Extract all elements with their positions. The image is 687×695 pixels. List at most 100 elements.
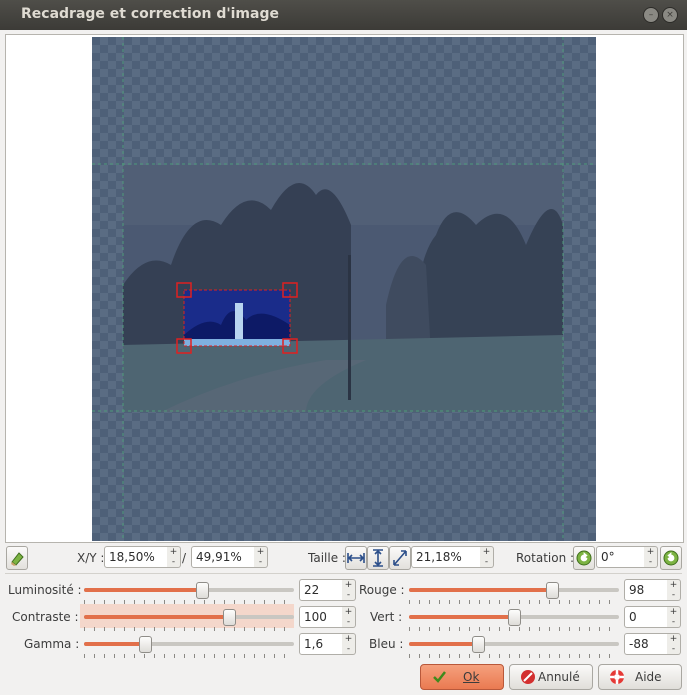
x-spinner[interactable]: 18,50% + - (104, 546, 181, 568)
slider-knob[interactable] (222, 609, 236, 626)
spin-down[interactable]: - (672, 644, 675, 654)
spin-down[interactable]: - (347, 590, 350, 600)
slider-knob[interactable] (472, 636, 486, 653)
spin-down[interactable]: - (672, 617, 675, 627)
slider-knob[interactable] (138, 636, 152, 653)
gamma-label: Gamma : (24, 637, 80, 651)
y-input[interactable]: 49,91% (191, 546, 255, 568)
slider-knob[interactable] (508, 609, 521, 626)
brightness-spinner[interactable]: 22 + - (299, 579, 356, 601)
spin-down[interactable]: - (672, 590, 675, 600)
brightness-slider[interactable] (84, 580, 294, 606)
spin-up[interactable]: + (170, 547, 178, 557)
fit-width-button[interactable] (345, 546, 367, 570)
red-arrows[interactable]: + - (667, 579, 681, 601)
spin-down[interactable]: - (259, 557, 262, 567)
spin-down[interactable]: - (485, 557, 488, 567)
spin-up[interactable]: + (345, 634, 353, 644)
red-spinner[interactable]: 98 + - (624, 579, 681, 601)
slider-fill (84, 615, 229, 619)
spin-down[interactable]: - (347, 644, 350, 654)
green-value[interactable]: 0 (629, 610, 637, 624)
spin-up[interactable]: + (670, 580, 678, 590)
blue-slider[interactable] (409, 634, 619, 660)
crop-ground (184, 339, 290, 346)
green-spinner[interactable]: 0 + - (624, 606, 681, 628)
separator (5, 573, 682, 574)
minimize-icon[interactable]: – (643, 7, 659, 23)
red-value[interactable]: 98 (629, 583, 644, 597)
spin-up[interactable]: + (345, 580, 353, 590)
blue-arrows[interactable]: + - (667, 633, 681, 655)
gamma-arrows[interactable]: + - (342, 633, 356, 655)
green-input[interactable]: 0 (624, 606, 668, 628)
y-spinner-arrows[interactable]: + - (254, 546, 268, 568)
image-canvas[interactable] (5, 34, 684, 543)
rotation-spinner[interactable]: 0° + - (596, 546, 658, 568)
spin-up[interactable]: + (670, 607, 678, 617)
slider-ticks (84, 654, 294, 658)
spin-down[interactable]: - (347, 617, 350, 627)
contrast-value[interactable]: 100 (304, 610, 327, 624)
green-slider[interactable] (409, 607, 619, 633)
contrast-slider[interactable] (84, 607, 294, 633)
x-spinner-arrows[interactable]: + - (167, 546, 181, 568)
spin-up[interactable]: + (345, 607, 353, 617)
size-spinner-arrows[interactable]: + - (480, 546, 494, 568)
y-spinner[interactable]: 49,91% + - (191, 546, 268, 568)
blue-value[interactable]: -88 (629, 637, 649, 651)
rotation-value[interactable]: 0° (601, 550, 615, 564)
slider-ticks (84, 600, 294, 604)
slider-knob[interactable] (545, 582, 559, 599)
spin-up[interactable]: + (257, 547, 265, 557)
xy-label: X/Y : (77, 551, 105, 565)
rotate-right-button[interactable] (660, 546, 682, 570)
slider-fill (409, 615, 514, 619)
red-input[interactable]: 98 (624, 579, 668, 601)
photo-dim-overlay (123, 165, 563, 412)
rotation-spinner-arrows[interactable]: + - (644, 546, 658, 568)
green-arrows[interactable]: + - (667, 606, 681, 628)
red-label: Rouge : (359, 583, 405, 597)
spin-up[interactable]: + (670, 634, 678, 644)
fit-height-button[interactable] (367, 546, 389, 570)
brightness-arrows[interactable]: + - (342, 579, 356, 601)
close-icon[interactable]: × (662, 7, 678, 23)
slider-ticks (409, 654, 619, 658)
photo-preview (92, 37, 596, 541)
x-input[interactable]: 18,50% (104, 546, 168, 568)
cancel-button[interactable]: Annulé (509, 664, 593, 690)
help-button[interactable]: Aide (598, 664, 682, 690)
slider-fill (84, 588, 202, 592)
gamma-value[interactable]: 1,6 (304, 637, 323, 651)
gamma-slider[interactable] (84, 634, 294, 660)
brightness-input[interactable]: 22 (299, 579, 343, 601)
y-value[interactable]: 49,91% (196, 550, 242, 564)
slider-knob[interactable] (195, 582, 209, 599)
spin-down[interactable]: - (172, 557, 175, 567)
gamma-spinner[interactable]: 1,6 + - (299, 633, 356, 655)
contrast-input[interactable]: 100 (299, 606, 343, 628)
x-value[interactable]: 18,50% (109, 550, 155, 564)
size-value[interactable]: 21,18% (416, 550, 462, 564)
rotate-left-button[interactable] (573, 546, 595, 570)
contrast-spinner[interactable]: 100 + - (299, 606, 356, 628)
red-slider[interactable] (409, 580, 619, 606)
blue-spinner[interactable]: -88 + - (624, 633, 681, 655)
contrast-arrows[interactable]: + - (342, 606, 356, 628)
size-spinner[interactable]: 21,18% + - (411, 546, 494, 568)
spin-up[interactable]: + (647, 547, 655, 557)
size-input[interactable]: 21,18% (411, 546, 481, 568)
check-icon (433, 671, 446, 683)
gamma-input[interactable]: 1,6 (299, 633, 343, 655)
spin-up[interactable]: + (483, 547, 491, 557)
slider-ticks (409, 600, 619, 604)
rotation-label: Rotation : (516, 551, 575, 565)
rotation-input[interactable]: 0° (596, 546, 645, 568)
fit-diagonal-button[interactable] (389, 546, 411, 570)
blue-input[interactable]: -88 (624, 633, 668, 655)
brightness-value[interactable]: 22 (304, 583, 319, 597)
ok-button[interactable]: Ok (420, 664, 504, 690)
spin-down[interactable]: - (649, 557, 652, 567)
reset-button[interactable] (6, 546, 28, 570)
